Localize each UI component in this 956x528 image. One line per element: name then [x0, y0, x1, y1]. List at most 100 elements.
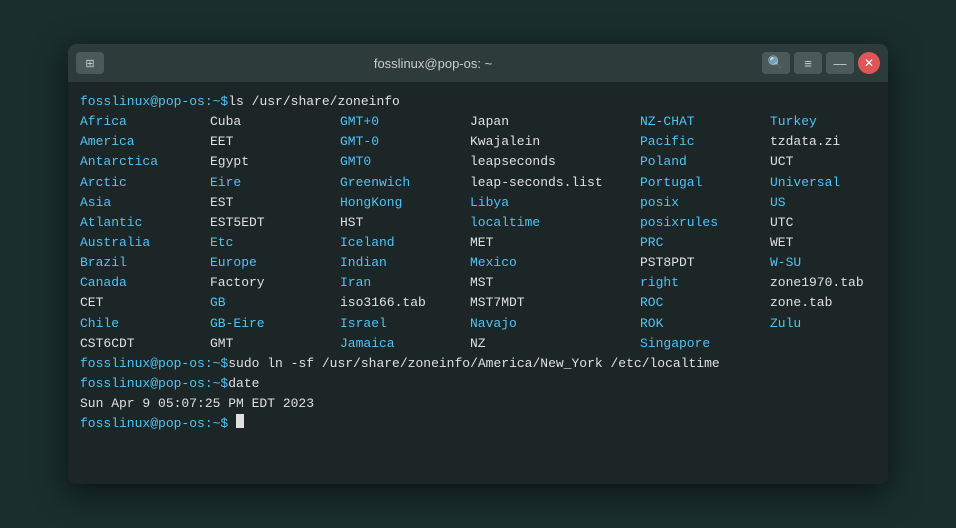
- list-item: Antarctica: [80, 152, 202, 172]
- list-item: Zulu: [770, 314, 868, 334]
- list-item: Indian: [340, 253, 462, 273]
- list-item: tzdata.zi: [770, 132, 868, 152]
- zoneinfo-listing: Africa America Antarctica Arctic Asia At…: [80, 112, 876, 354]
- menu-icon: ≡: [804, 56, 812, 71]
- col-6: Turkey tzdata.zi UCT Universal US UTC WE…: [770, 112, 876, 354]
- list-item: PST8PDT: [640, 253, 762, 273]
- list-item: CST6CDT: [80, 334, 202, 354]
- list-item: EST: [210, 193, 332, 213]
- list-item: US: [770, 193, 868, 213]
- date-text: Sun Apr 9 05:07:25 PM EDT 2023: [80, 394, 314, 414]
- list-item: GMT+0: [340, 112, 462, 132]
- minimize-icon: —: [834, 56, 847, 71]
- list-item: Chile: [80, 314, 202, 334]
- list-item: Atlantic: [80, 213, 202, 233]
- col-4: Japan Kwajalein leapseconds leap-seconds…: [470, 112, 640, 354]
- cursor-space: [228, 414, 236, 434]
- list-item: GB: [210, 293, 332, 313]
- list-item: MST: [470, 273, 632, 293]
- list-item: leapseconds: [470, 152, 632, 172]
- titlebar-left: ⊞: [76, 52, 104, 74]
- list-item: Greenwich: [340, 173, 462, 193]
- date-output: Sun Apr 9 05:07:25 PM EDT 2023: [80, 394, 876, 414]
- list-item: EET: [210, 132, 332, 152]
- col-5: NZ-CHAT Pacific Poland Portugal posix po…: [640, 112, 770, 354]
- list-item: Cuba: [210, 112, 332, 132]
- list-item: Europe: [210, 253, 332, 273]
- list-item: Turkey: [770, 112, 868, 132]
- menu-button[interactable]: ≡: [794, 52, 822, 74]
- minimize-button[interactable]: —: [826, 52, 854, 74]
- list-item: Portugal: [640, 173, 762, 193]
- list-item: Egypt: [210, 152, 332, 172]
- list-item: Mexico: [470, 253, 632, 273]
- list-item: Brazil: [80, 253, 202, 273]
- list-item: UTC: [770, 213, 868, 233]
- list-item: Libya: [470, 193, 632, 213]
- command-line-2: fosslinux@pop-os:~$ sudo ln -sf /usr/sha…: [80, 354, 876, 374]
- list-item: Australia: [80, 233, 202, 253]
- list-item: Iceland: [340, 233, 462, 253]
- list-item: PRC: [640, 233, 762, 253]
- list-item: America: [80, 132, 202, 152]
- list-item: Pacific: [640, 132, 762, 152]
- list-item: Canada: [80, 273, 202, 293]
- cmd-2: sudo ln -sf /usr/share/zoneinfo/America/…: [228, 354, 719, 374]
- list-item: zone1970.tab: [770, 273, 868, 293]
- list-item: Factory: [210, 273, 332, 293]
- list-item: Iran: [340, 273, 462, 293]
- close-button[interactable]: ✕: [858, 52, 880, 74]
- command-line-3: fosslinux@pop-os:~$ date: [80, 374, 876, 394]
- list-item: leap-seconds.list: [470, 173, 632, 193]
- list-item: MST7MDT: [470, 293, 632, 313]
- list-item: posix: [640, 193, 762, 213]
- search-button[interactable]: 🔍: [762, 52, 790, 74]
- list-item: Asia: [80, 193, 202, 213]
- cmd-1: ls /usr/share/zoneinfo: [228, 92, 400, 112]
- list-item: GMT0: [340, 152, 462, 172]
- search-icon: 🔍: [768, 55, 784, 71]
- prompt-4: fosslinux@pop-os:~$: [80, 414, 228, 434]
- list-item: WET: [770, 233, 868, 253]
- cmd-3: date: [228, 374, 259, 394]
- list-item: Africa: [80, 112, 202, 132]
- list-item: zone.tab: [770, 293, 868, 313]
- list-item: CET: [80, 293, 202, 313]
- window-title: fosslinux@pop-os: ~: [104, 56, 762, 71]
- list-item: GMT-0: [340, 132, 462, 152]
- list-item: Eire: [210, 173, 332, 193]
- command-line-4: fosslinux@pop-os:~$: [80, 414, 876, 434]
- close-icon: ✕: [864, 56, 874, 70]
- list-item: EST5EDT: [210, 213, 332, 233]
- list-item: W-SU: [770, 253, 868, 273]
- command-line-1: fosslinux@pop-os:~$ ls /usr/share/zonein…: [80, 92, 876, 112]
- list-item: Etc: [210, 233, 332, 253]
- cursor: [236, 414, 244, 428]
- list-item: Jamaica: [340, 334, 462, 354]
- list-item: Israel: [340, 314, 462, 334]
- list-item: right: [640, 273, 762, 293]
- prompt-3: fosslinux@pop-os:~$: [80, 374, 228, 394]
- list-item: Navajo: [470, 314, 632, 334]
- titlebar-controls: 🔍 ≡ — ✕: [762, 52, 880, 74]
- list-item: GMT: [210, 334, 332, 354]
- list-item: iso3166.tab: [340, 293, 462, 313]
- list-item: HST: [340, 213, 462, 233]
- list-item: HongKong: [340, 193, 462, 213]
- list-item: ROC: [640, 293, 762, 313]
- tile-button[interactable]: ⊞: [76, 52, 104, 74]
- list-item: GB-Eire: [210, 314, 332, 334]
- prompt-1: fosslinux@pop-os:~$: [80, 92, 228, 112]
- terminal-body[interactable]: fosslinux@pop-os:~$ ls /usr/share/zonein…: [68, 82, 888, 484]
- list-item: Universal: [770, 173, 868, 193]
- list-item: MET: [470, 233, 632, 253]
- list-item: NZ: [470, 334, 632, 354]
- col-2: Cuba EET Egypt Eire EST EST5EDT Etc Euro…: [210, 112, 340, 354]
- list-item: Arctic: [80, 173, 202, 193]
- list-item: posixrules: [640, 213, 762, 233]
- list-item: Singapore: [640, 334, 762, 354]
- list-item: Japan: [470, 112, 632, 132]
- col-3: GMT+0 GMT-0 GMT0 Greenwich HongKong HST …: [340, 112, 470, 354]
- prompt-2: fosslinux@pop-os:~$: [80, 354, 228, 374]
- list-item: localtime: [470, 213, 632, 233]
